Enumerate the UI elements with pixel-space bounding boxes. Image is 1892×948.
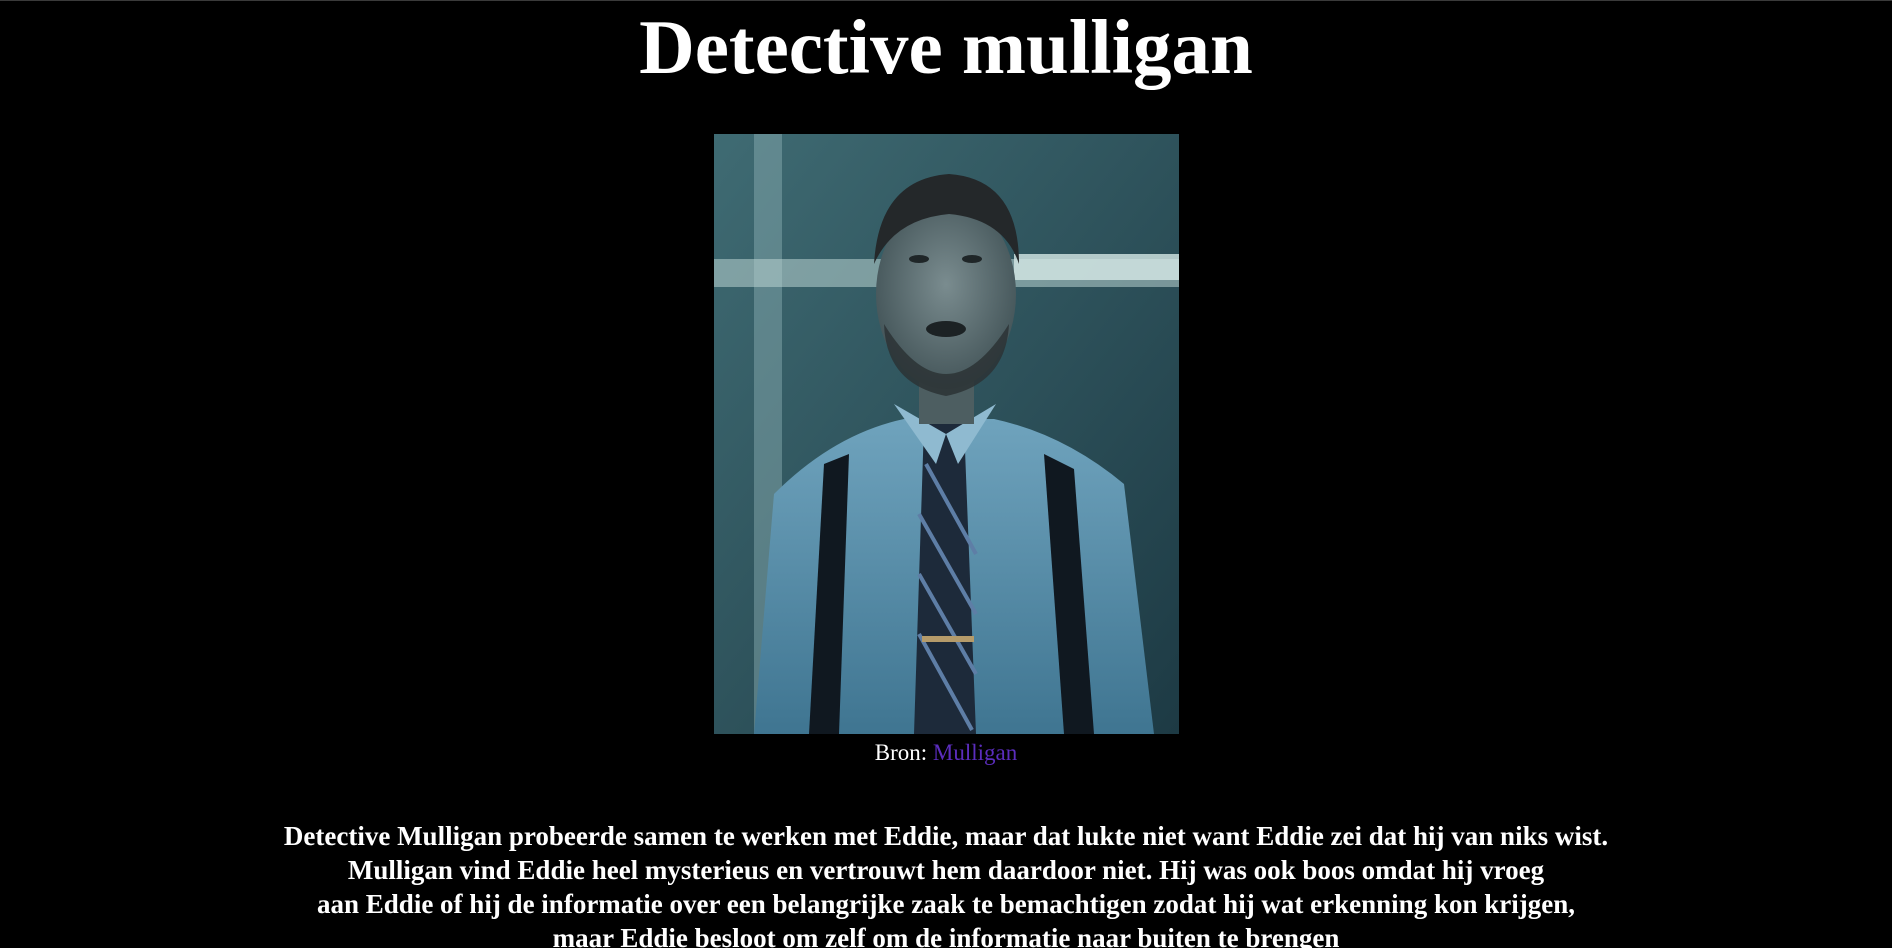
page-title: Detective mulligan	[639, 4, 1253, 90]
description-line: Detective Mulligan probeerde samen te we…	[283, 821, 1609, 851]
caption-prefix: Bron:	[874, 740, 928, 765]
description-line: maar Eddie besloot om zelf om de informa…	[552, 923, 1340, 948]
portrait-figure	[713, 134, 1179, 734]
page: Detective mulligan Bron: Mulligan Detect…	[0, 0, 1892, 948]
description-paragraph: Detective Mulligan probeerde samen te we…	[0, 819, 1892, 948]
portrait-image	[713, 134, 1179, 734]
source-link[interactable]: Mulligan	[933, 740, 1017, 765]
description-line: aan Eddie of hij de informatie over een …	[317, 889, 1575, 919]
description-line: Mulligan vind Eddie heel mysterieus en v…	[347, 855, 1545, 885]
image-caption: Bron: Mulligan	[0, 739, 1892, 767]
